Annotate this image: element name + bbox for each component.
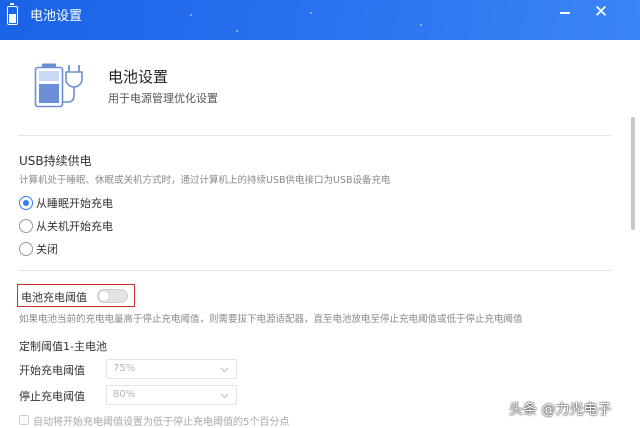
start-threshold-select[interactable]: 75% [106,359,237,379]
radio-selected-icon[interactable] [19,196,33,210]
chevron-down-icon [220,393,229,399]
titlebar-sparkle [310,12,312,14]
scrollbar-thumb[interactable] [631,117,635,230]
auto-threshold-checkbox[interactable] [19,415,29,425]
divider [18,135,612,136]
radio-off[interactable]: 关闭 [19,241,58,257]
divider [18,270,612,271]
auto-threshold-checkbox-row[interactable]: 自动将开始充电阈值设置为低于停止充电阈值的5个百分点 [19,413,290,428]
battery-threshold-label: 电池充电阈值 [21,291,87,304]
stop-threshold-value: 80% [113,389,136,400]
battery-plug-icon [34,63,83,108]
titlebar-sparkle [236,30,238,32]
stop-threshold-label: 停止充电阈值 [19,390,85,403]
page-title: 电池设置 [108,68,169,86]
minimize-icon[interactable] [554,0,576,26]
chevron-down-icon [220,367,229,373]
titlebar-sparkle [190,14,192,16]
threshold-description: 如果电池当前的充电电量高于停止充电阈值，则需要拔下电源适配器，直至电池放电至停止… [19,314,523,325]
watermark-text: 头条 @力光电子 [509,402,612,418]
battery-icon [7,3,18,25]
radio-label: 从睡眠开始充电 [36,197,113,210]
start-threshold-label: 开始充电阈值 [19,364,85,377]
close-icon[interactable]: ✕ [590,0,612,26]
titlebar-sparkle [420,24,422,26]
battery-threshold-toggle[interactable] [97,289,128,303]
watermark: 头条 @力光电子 [509,398,633,420]
auto-threshold-checkbox-label: 自动将开始充电阈值设置为低于停止充电阈值的5个百分点 [33,416,290,428]
usb-section-title: USB持续供电 [19,154,92,168]
radio-unselected-icon[interactable] [19,219,33,233]
radio-charge-from-sleep[interactable]: 从睡眠开始充电 [19,195,113,211]
start-threshold-value: 75% [113,363,136,374]
radio-label: 关闭 [36,243,58,256]
radio-charge-from-shutdown[interactable]: 从关机开始充电 [19,218,113,234]
stop-threshold-select[interactable]: 80% [106,385,237,405]
title-bar: 电池设置 ✕ [0,0,640,40]
custom-threshold-title: 定制阈值1-主电池 [19,340,107,353]
radio-unselected-icon[interactable] [19,242,33,256]
radio-label: 从关机开始充电 [36,220,113,233]
page-subtitle: 用于电源管理优化设置 [108,92,218,105]
window-title: 电池设置 [30,9,83,24]
usb-section-description: 计算机处于睡眠、休眠或关机方式时，通过计算机上的持续USB供电接口为USB设备充… [19,175,391,186]
